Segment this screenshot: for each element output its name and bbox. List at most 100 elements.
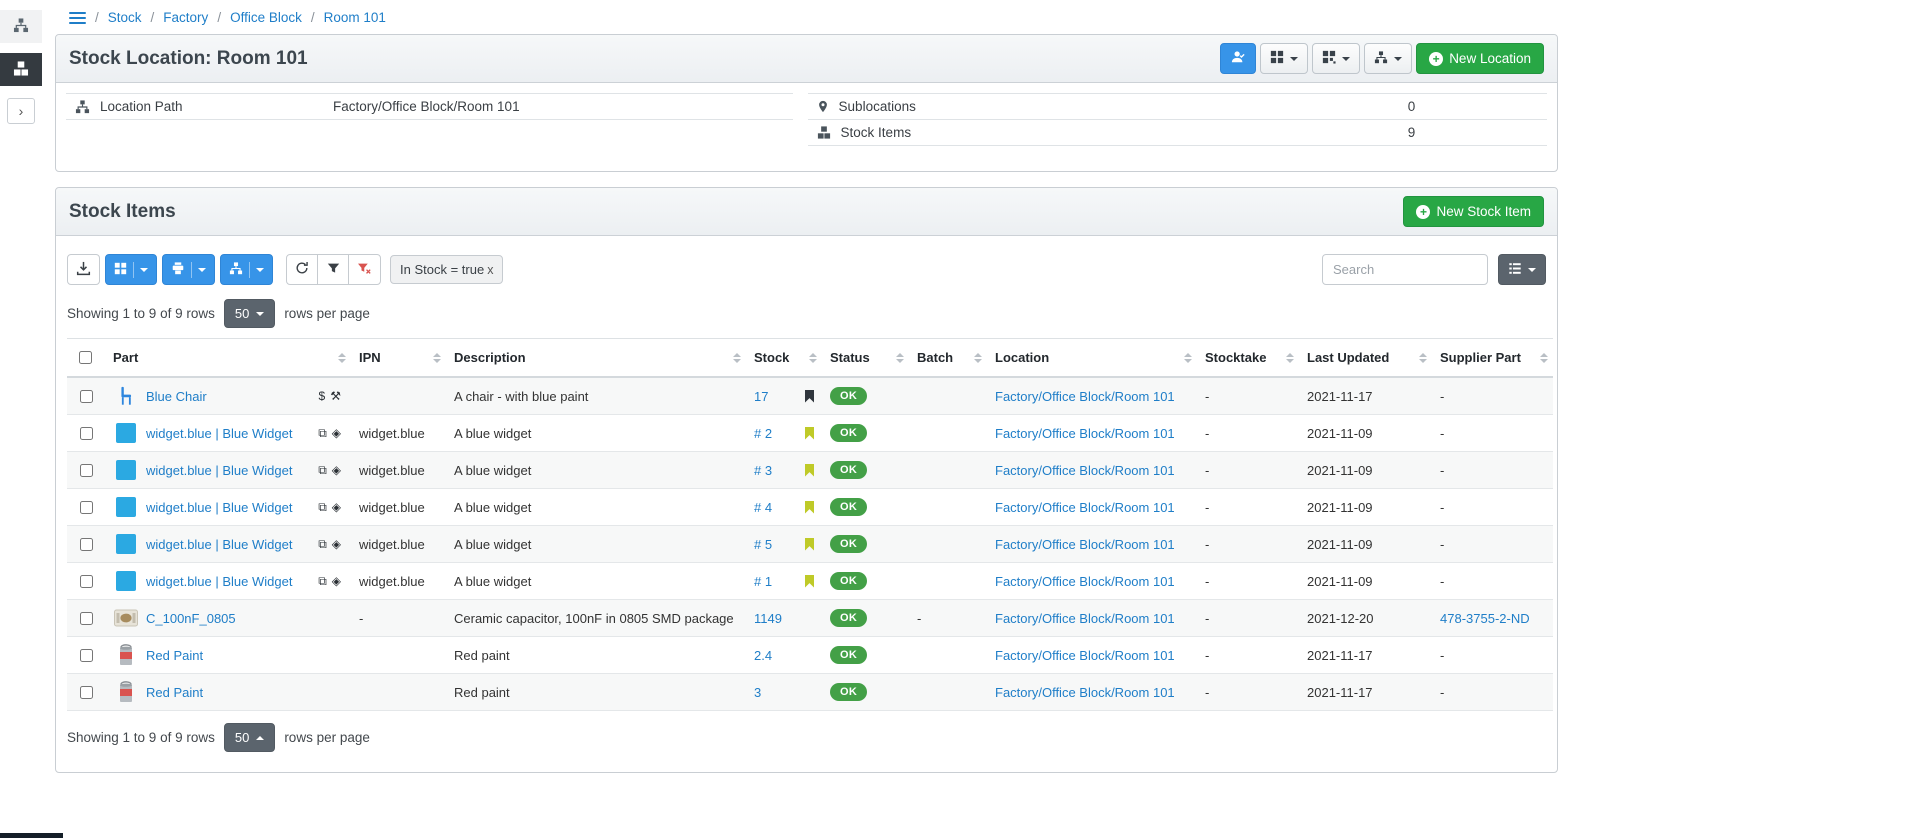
breadcrumb-link-factory[interactable]: Factory bbox=[163, 10, 208, 25]
stock-link[interactable]: # 3 bbox=[754, 463, 772, 478]
part-link[interactable]: Red Paint bbox=[146, 685, 203, 700]
sidebar-item-stock[interactable] bbox=[0, 53, 42, 86]
column-header-stock[interactable]: Stock bbox=[746, 339, 822, 378]
batch-cell bbox=[909, 489, 987, 526]
stock-link[interactable]: 2.4 bbox=[754, 648, 772, 663]
remove-filter-icon[interactable]: x bbox=[487, 263, 493, 277]
part-link[interactable]: Red Paint bbox=[146, 648, 203, 663]
part-link[interactable]: widget.blue | Blue Widget bbox=[146, 574, 292, 589]
location-link[interactable]: Factory/Office Block/Room 101 bbox=[995, 611, 1175, 626]
barcode-actions-dropdown-button[interactable] bbox=[1312, 43, 1360, 74]
column-header-stocktake[interactable]: Stocktake bbox=[1197, 339, 1299, 378]
table-view-toggle-button[interactable] bbox=[1498, 254, 1546, 285]
export-download-button[interactable] bbox=[67, 254, 100, 285]
row-checkbox[interactable] bbox=[80, 575, 93, 588]
columns-dropdown-button[interactable] bbox=[105, 254, 157, 285]
sort-icon[interactable] bbox=[338, 353, 346, 363]
new-location-button[interactable]: + New Location bbox=[1416, 43, 1544, 74]
grid-columns-icon bbox=[114, 262, 127, 278]
part-link[interactable]: widget.blue | Blue Widget bbox=[146, 537, 292, 552]
sort-icon[interactable] bbox=[896, 353, 904, 363]
part-thumbnail-blue-widget bbox=[113, 569, 139, 593]
sidebar-item-part-tree[interactable] bbox=[0, 10, 42, 43]
status-badge: OK bbox=[830, 535, 867, 553]
row-checkbox[interactable] bbox=[80, 538, 93, 551]
template-icon: ◈ bbox=[332, 463, 341, 478]
column-header-part[interactable]: Part bbox=[105, 339, 351, 378]
table-row: widget.blue | Blue Widget ⧉◈ widget.blue… bbox=[67, 452, 1553, 489]
sort-icon[interactable] bbox=[1540, 353, 1548, 363]
breadcrumb-link-stock[interactable]: Stock bbox=[108, 10, 142, 25]
admin-button[interactable] bbox=[1220, 43, 1256, 74]
page-size-dropdown[interactable]: 50 bbox=[224, 723, 275, 752]
location-link[interactable]: Factory/Office Block/Room 101 bbox=[995, 463, 1175, 478]
print-dropdown-button[interactable] bbox=[162, 254, 215, 285]
sidebar-expand-button[interactable]: › bbox=[7, 98, 35, 124]
part-link[interactable]: widget.blue | Blue Widget bbox=[146, 500, 292, 515]
part-link[interactable]: C_100nF_0805 bbox=[146, 611, 236, 626]
location-actions-dropdown-button[interactable] bbox=[1364, 43, 1412, 74]
row-checkbox[interactable] bbox=[80, 501, 93, 514]
location-link[interactable]: Factory/Office Block/Room 101 bbox=[995, 426, 1175, 441]
table-header-row: Part IPN Description Stock Status Batch … bbox=[67, 339, 1553, 378]
row-checkbox[interactable] bbox=[80, 390, 93, 403]
row-checkbox[interactable] bbox=[80, 686, 93, 699]
column-header-batch[interactable]: Batch bbox=[909, 339, 987, 378]
column-header-supplier-part[interactable]: Supplier Part bbox=[1432, 339, 1553, 378]
new-stock-item-button[interactable]: + New Stock Item bbox=[1403, 196, 1544, 227]
add-filter-button[interactable] bbox=[317, 254, 349, 285]
sort-icon[interactable] bbox=[974, 353, 982, 363]
select-all-checkbox[interactable] bbox=[79, 351, 92, 364]
stocktake-cell: - bbox=[1197, 415, 1299, 452]
sidebar-bottom-bar bbox=[0, 833, 63, 838]
part-link[interactable]: widget.blue | Blue Widget bbox=[146, 463, 292, 478]
stock-link[interactable]: 1149 bbox=[754, 611, 782, 626]
column-header-ipn[interactable]: IPN bbox=[351, 339, 446, 378]
sort-icon[interactable] bbox=[1286, 353, 1294, 363]
chevron-up-icon bbox=[256, 736, 264, 740]
row-checkbox[interactable] bbox=[80, 612, 93, 625]
sort-icon[interactable] bbox=[733, 353, 741, 363]
hamburger-menu-icon[interactable] bbox=[69, 11, 86, 25]
refresh-button[interactable] bbox=[286, 254, 318, 285]
breadcrumb-link-room-101[interactable]: Room 101 bbox=[324, 10, 386, 25]
sort-icon[interactable] bbox=[1184, 353, 1192, 363]
location-link[interactable]: Factory/Office Block/Room 101 bbox=[995, 537, 1175, 552]
breadcrumb-link-office-block[interactable]: Office Block bbox=[230, 10, 302, 25]
clear-filters-button[interactable] bbox=[348, 254, 381, 285]
location-link[interactable]: Factory/Office Block/Room 101 bbox=[995, 574, 1175, 589]
column-header-description[interactable]: Description bbox=[446, 339, 746, 378]
column-header-last-updated[interactable]: Last Updated bbox=[1299, 339, 1432, 378]
search-input[interactable] bbox=[1322, 254, 1488, 285]
column-header-location[interactable]: Location bbox=[987, 339, 1197, 378]
location-path-table: Location Path Factory/Office Block/Room … bbox=[66, 93, 793, 120]
stock-link[interactable]: 3 bbox=[754, 685, 761, 700]
location-panel: Stock Location: Room 101 bbox=[55, 34, 1558, 172]
page-size-dropdown[interactable]: 50 bbox=[224, 299, 275, 328]
row-checkbox[interactable] bbox=[80, 464, 93, 477]
location-link[interactable]: Factory/Office Block/Room 101 bbox=[995, 685, 1175, 700]
location-link[interactable]: Factory/Office Block/Room 101 bbox=[995, 389, 1175, 404]
row-checkbox[interactable] bbox=[80, 649, 93, 662]
sort-icon[interactable] bbox=[809, 353, 817, 363]
location-link[interactable]: Factory/Office Block/Room 101 bbox=[995, 500, 1175, 515]
ipn-cell bbox=[351, 377, 446, 415]
part-link[interactable]: widget.blue | Blue Widget bbox=[146, 426, 292, 441]
options-dropdown-button[interactable] bbox=[1260, 43, 1308, 74]
supplier-part-link[interactable]: 478-3755-2-ND bbox=[1440, 611, 1530, 626]
sort-icon[interactable] bbox=[1419, 353, 1427, 363]
stock-link[interactable]: # 2 bbox=[754, 426, 772, 441]
part-link[interactable]: Blue Chair bbox=[146, 389, 207, 404]
sort-icon[interactable] bbox=[433, 353, 441, 363]
location-link[interactable]: Factory/Office Block/Room 101 bbox=[995, 648, 1175, 663]
page-title: Stock Location: Room 101 bbox=[69, 48, 308, 70]
pagination-bottom: Showing 1 to 9 of 9 rows 50 rows per pag… bbox=[67, 723, 1546, 752]
stock-actions-dropdown-button[interactable] bbox=[220, 254, 273, 285]
stock-link[interactable]: # 4 bbox=[754, 500, 772, 515]
active-filter-chip[interactable]: In Stock = truex bbox=[390, 255, 503, 284]
stock-link[interactable]: 17 bbox=[754, 389, 768, 404]
column-header-status[interactable]: Status bbox=[822, 339, 909, 378]
row-checkbox[interactable] bbox=[80, 427, 93, 440]
stock-link[interactable]: # 1 bbox=[754, 574, 772, 589]
stock-link[interactable]: # 5 bbox=[754, 537, 772, 552]
